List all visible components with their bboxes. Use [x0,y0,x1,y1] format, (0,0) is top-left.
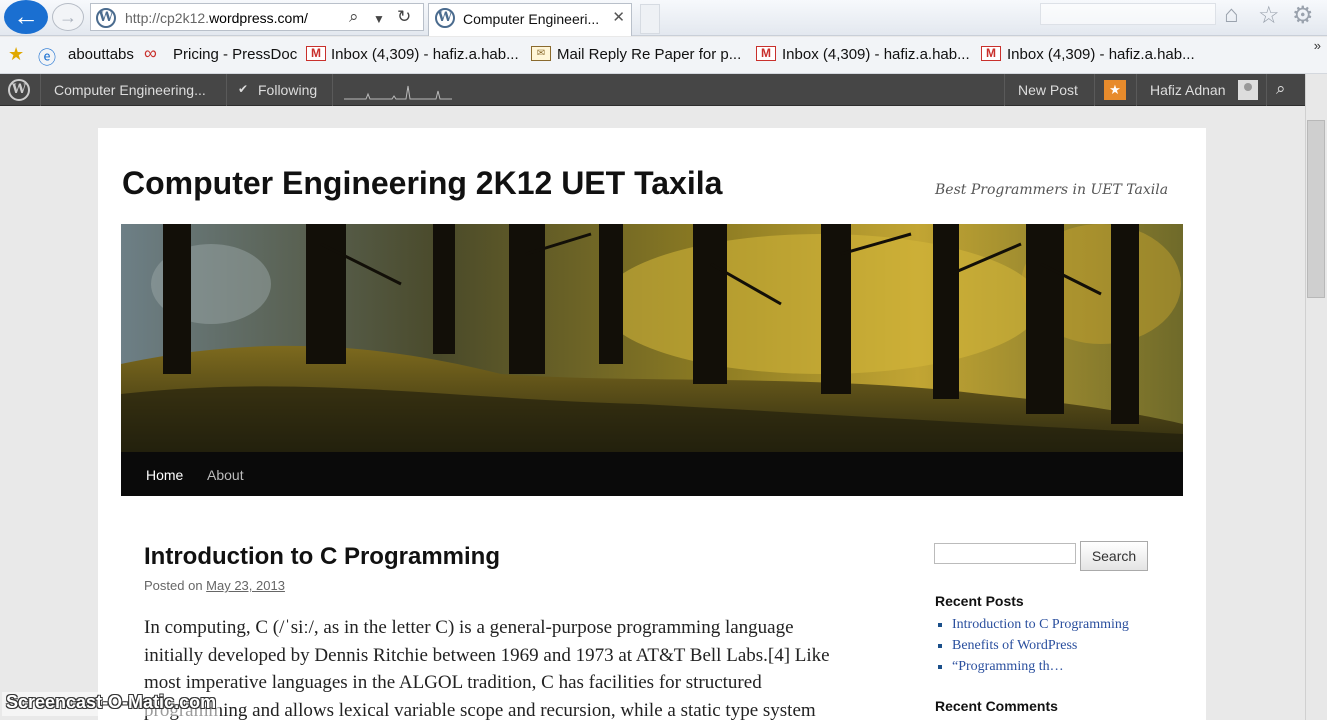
favorites-star-icon[interactable]: ☆ [1258,1,1280,30]
wordpress-logo-icon[interactable]: W [8,79,30,101]
notifications-star-icon[interactable]: ★ [1104,80,1126,100]
admin-bar-divider [226,74,227,106]
favorite-link-inbox-1[interactable]: Inbox (4,309) - hafiz.a.hab... [331,46,519,63]
post-body-text: In computing, C (/ˈsiː/, as in the lette… [144,617,830,720]
tab-computer-engineering[interactable]: W Computer Engineeri... ✕ [428,3,632,36]
main-navigation: Home About [121,452,1183,496]
favorite-link-inbox-2[interactable]: Inbox (4,309) - hafiz.a.hab... [782,46,970,63]
url-domain: wordpress.com/ [209,10,308,26]
gmail-icon: M [981,46,1001,61]
admin-bar-divider [40,74,41,106]
search-icon[interactable]: ⌕ [349,7,359,27]
admin-bar-divider [1094,74,1095,106]
post-date-link[interactable]: May 23, 2013 [206,578,285,593]
site-description: Best Programmers in UET Taxila [935,182,1169,198]
header-forest-image [121,224,1183,452]
favorite-link-abouttabs[interactable]: abouttabs [68,46,134,63]
admin-bar-divider [1266,74,1267,106]
favorite-link-inbox-3[interactable]: Inbox (4,309) - hafiz.a.hab... [1007,46,1195,63]
sidebar-search-button[interactable]: Search [1080,541,1148,571]
dropdown-chevron-icon[interactable]: ▼ [373,12,385,26]
recent-posts-heading: Recent Posts [935,593,1024,609]
favorites-add-icon[interactable]: ★ [8,44,24,65]
list-item: “Programming th… [952,656,1129,677]
admin-bar-site-name[interactable]: Computer Engineering... [54,82,206,98]
browser-address-row: ← → W http://cp2k12.wordpress.com/ ⌕ ▼ ↻… [0,0,1327,36]
post-title[interactable]: Introduction to C Programming [144,543,500,571]
admin-bar-divider [332,74,333,106]
favorites-bar: ★ ⓔ abouttabs ∞ Pricing - PressDoc M Inb… [0,37,1327,74]
recent-post-link[interactable]: Introduction to C Programming [952,617,1129,632]
background-search-box [1040,3,1216,25]
pressdoc-logo-icon: ∞ [144,43,157,63]
stats-sparkline-icon[interactable] [344,82,452,100]
address-url[interactable]: http://cp2k12.wordpress.com/ [125,10,308,26]
new-post-link[interactable]: New Post [1018,82,1078,98]
admin-bar-user-name[interactable]: Hafiz Adnan [1150,82,1226,98]
home-icon[interactable]: ⌂ [1224,1,1239,29]
wordpress-favicon-icon: W [96,8,116,28]
settings-gear-icon[interactable]: ⚙ [1292,1,1314,30]
recent-post-link[interactable]: “Programming th… [952,659,1064,674]
close-tab-icon[interactable]: ✕ [612,8,625,26]
site-title[interactable]: Computer Engineering 2K12 UET Taxila [122,165,722,202]
scrollbar-thumb[interactable] [1307,120,1325,298]
admin-bar-divider [1004,74,1005,106]
recent-post-link[interactable]: Benefits of WordPress [952,638,1077,653]
tab-title: Computer Engineeri... [463,11,600,27]
url-prefix: http://cp2k12. [125,10,210,26]
nav-link-about[interactable]: About [207,467,244,483]
wordpress-favicon-icon: W [435,8,455,28]
address-bar[interactable]: W http://cp2k12.wordpress.com/ ⌕ ▼ ↻ [90,3,424,31]
nav-link-home[interactable]: Home [146,467,183,483]
mail-envelope-icon: ✉ [531,46,551,61]
refresh-icon[interactable]: ↻ [397,7,411,27]
search-icon[interactable]: ⌕ [1276,79,1286,99]
screencast-watermark: Screencast-O-Matic.com [2,692,221,716]
back-arrow-icon[interactable]: ← [4,0,48,34]
gmail-icon: M [306,46,326,61]
post-meta: Posted on May 23, 2013 [144,578,285,593]
recent-comments-heading: Recent Comments [935,698,1058,714]
forward-arrow-icon[interactable]: → [52,3,84,31]
favorite-link-pricing[interactable]: Pricing - PressDoc [173,46,297,63]
new-tab-button[interactable] [640,4,660,34]
chevron-more-icon[interactable]: » [1314,38,1321,53]
favorite-link-mail-reply[interactable]: Mail Reply Re Paper for p... [557,46,741,63]
recent-posts-list: Introduction to C Programming Benefits o… [952,614,1129,677]
list-item: Introduction to C Programming [952,614,1129,635]
list-item: Benefits of WordPress [952,635,1129,656]
checkmark-icon: ✔ [238,82,249,96]
posted-on-label: Posted on [144,578,207,593]
sidebar-search-input[interactable] [934,543,1076,564]
wordpress-admin-bar: W Computer Engineering... ✔ Following Ne… [0,74,1305,106]
ie-page-icon: ⓔ [38,48,56,68]
admin-bar-divider [1136,74,1137,106]
user-avatar[interactable] [1238,80,1258,100]
gmail-icon: M [756,46,776,61]
admin-bar-following[interactable]: Following [258,82,317,98]
